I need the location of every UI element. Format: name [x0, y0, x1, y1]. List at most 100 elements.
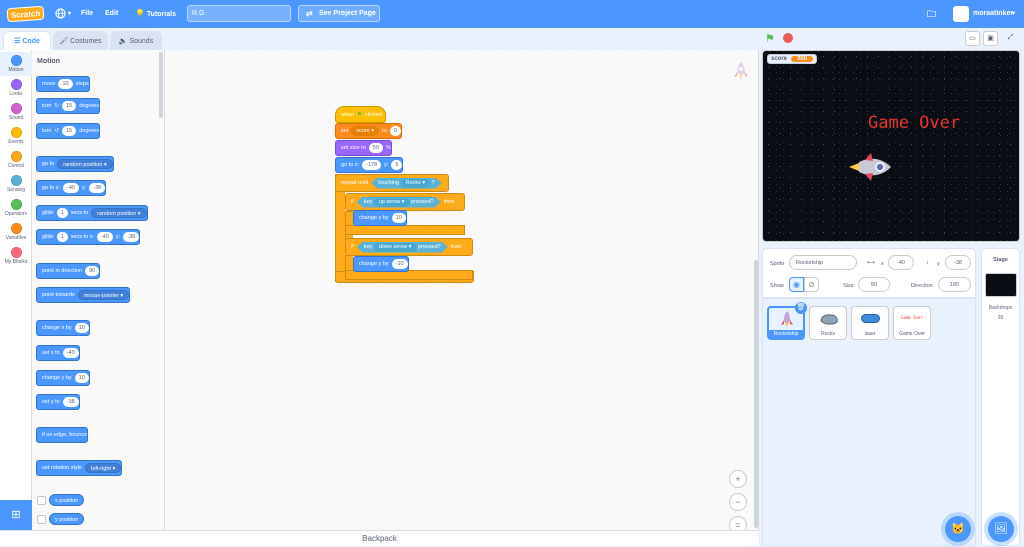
- choose-sprite-button[interactable]: 🐱: [945, 516, 971, 542]
- category-sound[interactable]: Sound: [0, 100, 32, 124]
- block-change-y-down[interactable]: change y by -10: [353, 256, 409, 272]
- block-change-x[interactable]: change x by 10: [36, 320, 90, 336]
- block-input[interactable]: 1: [56, 208, 68, 218]
- block-dropdown[interactable]: left-right ▾: [85, 463, 122, 473]
- folder-icon[interactable]: 🗀: [927, 0, 936, 28]
- key-dropdown[interactable]: down arrow ▾: [374, 243, 417, 252]
- block-input[interactable]: 10: [74, 323, 89, 333]
- avatar[interactable]: [953, 6, 969, 22]
- x-position-checkbox[interactable]: [37, 496, 46, 505]
- block-change-y-up[interactable]: change y by 10: [353, 210, 407, 226]
- language-menu[interactable]: ▾: [55, 0, 71, 28]
- direction-input[interactable]: [938, 277, 971, 292]
- block-set-size[interactable]: set size to 50%: [335, 140, 392, 156]
- block-glide-to[interactable]: glide 1 secs to random position ▾: [36, 205, 148, 221]
- sprite-thumb-rocks[interactable]: Rocks: [809, 306, 847, 340]
- block-if-down-arrow[interactable]: if key down arrow ▾ pressed? then: [345, 238, 473, 256]
- y-position-checkbox[interactable]: [37, 515, 46, 524]
- block-repeat-until[interactable]: repeat until touching Rocks ▾ ?: [335, 174, 449, 192]
- tab-code[interactable]: ☰ Code: [3, 31, 51, 50]
- small-stage-button[interactable]: ▭: [965, 31, 980, 46]
- category-control[interactable]: Control: [0, 148, 32, 172]
- block-input[interactable]: -38: [89, 183, 106, 193]
- block-input[interactable]: 90: [85, 266, 100, 276]
- large-stage-button[interactable]: ▣: [983, 31, 998, 46]
- block-input[interactable]: -40: [96, 232, 113, 242]
- x-input[interactable]: [888, 255, 914, 270]
- zoom-out-button[interactable]: −: [729, 493, 747, 511]
- backdrop-thumbnail[interactable]: [985, 273, 1017, 297]
- stage-canvas[interactable]: score 200 Game Over: [762, 50, 1020, 242]
- fullscreen-button[interactable]: ⤢: [1003, 31, 1018, 46]
- tutorials-menu[interactable]: 💡 Tutorials: [135, 0, 176, 28]
- green-flag-button[interactable]: ⚑: [765, 32, 775, 45]
- sprite-name-input[interactable]: [789, 255, 857, 270]
- block-if-up-arrow[interactable]: if key up arrow ▾ pressed? then: [345, 193, 465, 211]
- block-input[interactable]: 15: [62, 101, 77, 111]
- block-go-to-xy[interactable]: go to x: -40 y: -38: [36, 180, 107, 196]
- block-point-towards[interactable]: point towards mouse-pointer ▾: [36, 287, 131, 303]
- block-dropdown[interactable]: mouse-pointer ▾: [77, 290, 130, 300]
- block-input[interactable]: 0: [389, 126, 401, 136]
- block-input[interactable]: 5: [391, 160, 403, 170]
- key-dropdown[interactable]: up arrow ▾: [374, 198, 410, 207]
- reporter-x-position[interactable]: x position: [49, 494, 85, 506]
- block-set-x[interactable]: set x to -40: [36, 345, 80, 361]
- sprite-thumb-game-over[interactable]: Game Over Game Over: [893, 306, 931, 340]
- key-pressed-condition[interactable]: key up arrow ▾ pressed?: [357, 197, 441, 208]
- category-sensing[interactable]: Sensing: [0, 172, 32, 196]
- y-input[interactable]: [945, 255, 971, 270]
- block-when-flag-clicked[interactable]: when ⚑ clicked: [335, 106, 386, 123]
- tab-costumes[interactable]: 🖌 Costumes: [53, 31, 108, 50]
- script-workspace[interactable]: when ⚑ clicked set score ▾ to 0 set size to 50…: [165, 50, 759, 534]
- block-input[interactable]: 10: [391, 213, 406, 223]
- block-rotation-style[interactable]: set rotation style left-right ▾: [36, 460, 123, 476]
- category-my-blocks[interactable]: My Blocks: [0, 244, 32, 268]
- block-move-steps[interactable]: move 10 steps: [36, 76, 90, 92]
- workspace-scrollbar[interactable]: [754, 260, 758, 528]
- category-operators[interactable]: Operators: [0, 196, 32, 220]
- category-looks[interactable]: Looks: [0, 76, 32, 100]
- block-input[interactable]: 10: [58, 79, 73, 89]
- username[interactable]: moraatinker: [973, 0, 1013, 28]
- block-dropdown[interactable]: random position ▾: [91, 208, 147, 218]
- block-set-variable[interactable]: set score ▾ to 0: [335, 123, 402, 139]
- see-project-page-button[interactable]: ⇄ See Project Page: [298, 5, 380, 22]
- rocketship-sprite[interactable]: [847, 151, 895, 183]
- block-go-to-xy[interactable]: go to x: -178 y: 5: [335, 157, 404, 173]
- category-variables[interactable]: Variables: [0, 220, 32, 244]
- block-input[interactable]: -38: [123, 232, 140, 242]
- block-input[interactable]: -10: [391, 259, 408, 269]
- block-input[interactable]: 1: [56, 232, 68, 242]
- stop-button[interactable]: [783, 33, 793, 43]
- block-turn-right[interactable]: turn ↻ 15 degrees: [36, 98, 101, 114]
- score-monitor[interactable]: score 200: [767, 54, 818, 64]
- block-input[interactable]: -38: [62, 397, 79, 407]
- size-input[interactable]: [858, 277, 890, 292]
- block-bounce[interactable]: if on edge, bounce: [36, 427, 89, 443]
- variable-dropdown[interactable]: score ▾: [351, 126, 380, 136]
- edit-menu[interactable]: Edit: [105, 0, 118, 28]
- show-hidden-button[interactable]: ⊘: [804, 277, 819, 292]
- category-events[interactable]: Events: [0, 124, 32, 148]
- zoom-in-button[interactable]: +: [729, 470, 747, 488]
- block-input[interactable]: -40: [63, 183, 79, 193]
- palette-scrollbar[interactable]: [159, 52, 163, 118]
- block-dropdown[interactable]: random position ▾: [57, 159, 113, 169]
- block-go-to[interactable]: go to random position ▾: [36, 156, 114, 172]
- show-visible-button[interactable]: ◉: [789, 277, 804, 292]
- stage-selector[interactable]: Stage Backdrops 20: [981, 248, 1020, 546]
- block-input[interactable]: 15: [62, 126, 77, 136]
- block-glide-xy[interactable]: glide 1 secs to x: -40 y: -38: [36, 229, 141, 245]
- touching-dropdown[interactable]: Rocks ▾: [401, 179, 431, 188]
- block-input[interactable]: 10: [74, 373, 89, 383]
- backpack[interactable]: Backpack: [0, 530, 759, 546]
- block-input[interactable]: -178: [362, 160, 382, 170]
- tab-sounds[interactable]: 🔈 Sounds: [110, 31, 162, 50]
- delete-sprite-button[interactable]: 🗑: [795, 302, 807, 314]
- project-title-input[interactable]: [187, 5, 291, 22]
- account-chevron-icon[interactable]: ▾: [1012, 0, 1015, 28]
- key-pressed-condition[interactable]: key down arrow ▾ pressed?: [357, 242, 448, 253]
- sprite-thumb-laser[interactable]: laser: [851, 306, 889, 340]
- block-change-y[interactable]: change y by 10: [36, 370, 90, 386]
